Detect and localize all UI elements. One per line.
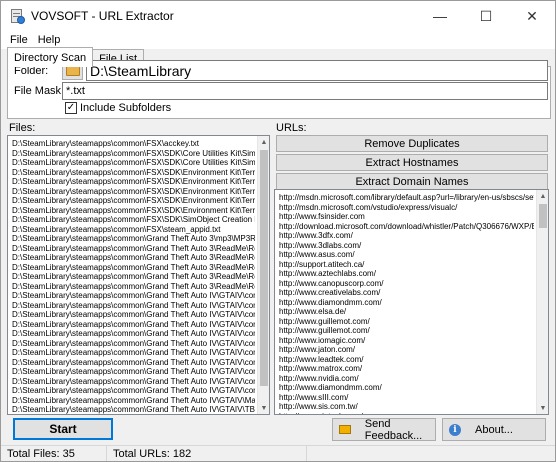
url-list-item[interactable]: http://msdn.microsoft.com/vstudio/expres… — [279, 203, 534, 213]
status-bar: Total Files: 35 Total URLs: 182 — [1, 445, 555, 461]
start-button[interactable]: Start — [13, 418, 113, 440]
about-label: About... — [475, 423, 513, 436]
url-list-item[interactable]: http://www.viatech.com/ — [279, 412, 534, 415]
about-button[interactable]: i About... — [442, 418, 546, 441]
file-list-item[interactable]: D:\SteamLibrary\steamapps\common\FSX\SDK… — [12, 158, 255, 168]
file-list-item[interactable]: D:\SteamLibrary\steamapps\common\FSX\SDK… — [12, 168, 255, 178]
mail-icon — [339, 425, 351, 434]
file-list-item[interactable]: D:\SteamLibrary\steamapps\common\Grand T… — [12, 405, 255, 414]
file-mask-field[interactable]: *.txt — [62, 82, 548, 100]
url-list-item[interactable]: http://www.matrox.com/ — [279, 364, 534, 374]
file-list-item[interactable]: D:\SteamLibrary\steamapps\common\Grand T… — [12, 348, 255, 358]
url-list-item[interactable]: http://msdn.microsoft.com/library/defaul… — [279, 193, 534, 203]
file-list-item[interactable]: D:\SteamLibrary\steamapps\common\FSX\SDK… — [12, 215, 255, 225]
extract-domain-names-button[interactable]: Extract Domain Names — [276, 173, 548, 190]
window-title: VOVSOFT - URL Extractor — [31, 9, 174, 23]
url-list-item[interactable]: http://www.diamondmm.com/ — [279, 383, 534, 393]
url-list-item[interactable]: http://www.leadtek.com/ — [279, 355, 534, 365]
url-list-item[interactable]: http://www.asus.com/ — [279, 250, 534, 260]
file-list-item[interactable]: D:\SteamLibrary\steamapps\common\Grand T… — [12, 415, 255, 416]
file-list-item[interactable]: D:\SteamLibrary\steamapps\common\FSX\SDK… — [12, 149, 255, 159]
files-listbox[interactable]: D:\SteamLibrary\steamapps\common\FSX\acc… — [7, 135, 270, 415]
file-list-item[interactable]: D:\SteamLibrary\steamapps\common\Grand T… — [12, 339, 255, 349]
send-feedback-label: Send Feedback... — [364, 417, 423, 442]
urls-scrollbar[interactable]: ▲ ▼ — [536, 190, 548, 414]
url-list-item[interactable]: http://www.elsa.de/ — [279, 307, 534, 317]
extract-hostnames-button[interactable]: Extract Hostnames — [276, 154, 548, 171]
menu-help[interactable]: Help — [33, 34, 66, 46]
file-list-item[interactable]: D:\SteamLibrary\steamapps\common\Grand T… — [12, 263, 255, 273]
url-list-item[interactable]: http://www.sIII.com/ — [279, 393, 534, 403]
scroll-down-icon[interactable]: ▼ — [258, 402, 269, 414]
file-list-item[interactable]: D:\SteamLibrary\steamapps\common\Grand T… — [12, 234, 255, 244]
file-list-item[interactable]: D:\SteamLibrary\steamapps\common\Grand T… — [12, 253, 255, 263]
url-list-item[interactable]: http://www.fsinsider.com — [279, 212, 534, 222]
url-list-item[interactable]: http://www.3dfx.com/ — [279, 231, 534, 241]
urls-label: URLs: — [276, 122, 307, 134]
file-list-item[interactable]: D:\SteamLibrary\steamapps\common\Grand T… — [12, 301, 255, 311]
file-list-item[interactable]: D:\SteamLibrary\steamapps\common\Grand T… — [12, 358, 255, 368]
url-list-item[interactable]: http://www.jaton.com/ — [279, 345, 534, 355]
file-list-item[interactable]: D:\SteamLibrary\steamapps\common\Grand T… — [12, 377, 255, 387]
urls-listbox[interactable]: http://msdn.microsoft.com/library/defaul… — [274, 189, 549, 415]
include-subfolders-checkbox[interactable]: ✓ — [65, 102, 77, 114]
file-list-item[interactable]: D:\SteamLibrary\steamapps\common\Grand T… — [12, 320, 255, 330]
files-scroll-thumb[interactable] — [260, 150, 268, 386]
url-list-item[interactable]: http://www.diamondmm.com/ — [279, 298, 534, 308]
url-list-item[interactable]: http://www.creativelabs.com/ — [279, 288, 534, 298]
app-icon — [9, 8, 25, 24]
folder-field[interactable]: D:\SteamLibrary — [86, 60, 548, 81]
minimize-button[interactable]: — — [417, 1, 463, 31]
scroll-down-icon[interactable]: ▼ — [537, 402, 548, 414]
url-list-item[interactable]: http://www.iomagic.com/ — [279, 336, 534, 346]
url-list-item[interactable]: http://www.canopuscorp.com/ — [279, 279, 534, 289]
file-list-item[interactable]: D:\SteamLibrary\steamapps\common\Grand T… — [12, 272, 255, 282]
file-mask-label: File Mask: — [14, 85, 65, 97]
file-list-item[interactable]: D:\SteamLibrary\steamapps\common\Grand T… — [12, 282, 255, 292]
info-icon: i — [449, 423, 461, 436]
scroll-up-icon[interactable]: ▲ — [537, 190, 548, 202]
files-label: Files: — [9, 122, 36, 134]
file-list-item[interactable]: D:\SteamLibrary\steamapps\common\Grand T… — [12, 244, 255, 254]
file-list-item[interactable]: D:\SteamLibrary\steamapps\common\Grand T… — [12, 291, 255, 301]
tab-directory-scan[interactable]: Directory Scan — [7, 47, 94, 67]
include-subfolders-label: Include Subfolders — [80, 102, 172, 114]
maximize-button[interactable]: ☐ — [463, 1, 509, 31]
remove-duplicates-button[interactable]: Remove Duplicates — [276, 135, 548, 152]
file-list-item[interactable]: D:\SteamLibrary\steamapps\common\Grand T… — [12, 396, 255, 406]
file-list-item[interactable]: D:\SteamLibrary\steamapps\common\FSX\SDK… — [12, 187, 255, 197]
url-list-item[interactable]: http://www.nvidia.com/ — [279, 374, 534, 384]
status-total-files: Total Files: 35 — [1, 446, 107, 461]
file-list-item[interactable]: D:\SteamLibrary\steamapps\common\FSX\ste… — [12, 225, 255, 235]
file-list-item[interactable]: D:\SteamLibrary\steamapps\common\FSX\SDK… — [12, 177, 255, 187]
file-list-item[interactable]: D:\SteamLibrary\steamapps\common\Grand T… — [12, 329, 255, 339]
url-list-item[interactable]: http://download.microsoft.com/download/w… — [279, 222, 534, 232]
url-list-item[interactable]: http://www.guillemot.com/ — [279, 317, 534, 327]
url-list-item[interactable]: http://support.atitech.ca/ — [279, 260, 534, 270]
files-scrollbar[interactable]: ▲ ▼ — [257, 136, 269, 414]
status-total-urls: Total URLs: 182 — [107, 446, 307, 461]
file-list-item[interactable]: D:\SteamLibrary\steamapps\common\Grand T… — [12, 367, 255, 377]
file-list-item[interactable]: D:\SteamLibrary\steamapps\common\Grand T… — [12, 310, 255, 320]
url-list-item[interactable]: http://www.sis.com.tw/ — [279, 402, 534, 412]
url-list-item[interactable]: http://www.3dlabs.com/ — [279, 241, 534, 251]
menu-file[interactable]: File — [5, 34, 33, 46]
folder-icon — [65, 62, 80, 76]
window-controls: — ☐ ✕ — [417, 1, 555, 31]
urls-rows: http://msdn.microsoft.com/library/defaul… — [279, 193, 534, 415]
close-button[interactable]: ✕ — [509, 1, 555, 31]
app-window: VOVSOFT - URL Extractor — ☐ ✕ File Help … — [0, 0, 556, 462]
urls-scroll-thumb[interactable] — [539, 204, 547, 228]
url-list-item[interactable]: http://www.aztechlabs.com/ — [279, 269, 534, 279]
send-feedback-button[interactable]: Send Feedback... — [332, 417, 436, 442]
file-list-item[interactable]: D:\SteamLibrary\steamapps\common\FSX\SDK… — [12, 196, 255, 206]
file-list-item[interactable]: D:\SteamLibrary\steamapps\common\FSX\acc… — [12, 139, 255, 149]
file-list-item[interactable]: D:\SteamLibrary\steamapps\common\Grand T… — [12, 386, 255, 396]
url-list-item[interactable]: http://www.guillemot.com/ — [279, 326, 534, 336]
scroll-up-icon[interactable]: ▲ — [258, 136, 269, 148]
title-bar: VOVSOFT - URL Extractor — ☐ ✕ — [1, 1, 555, 31]
files-rows: D:\SteamLibrary\steamapps\common\FSX\acc… — [12, 139, 255, 416]
file-list-item[interactable]: D:\SteamLibrary\steamapps\common\FSX\SDK… — [12, 206, 255, 216]
